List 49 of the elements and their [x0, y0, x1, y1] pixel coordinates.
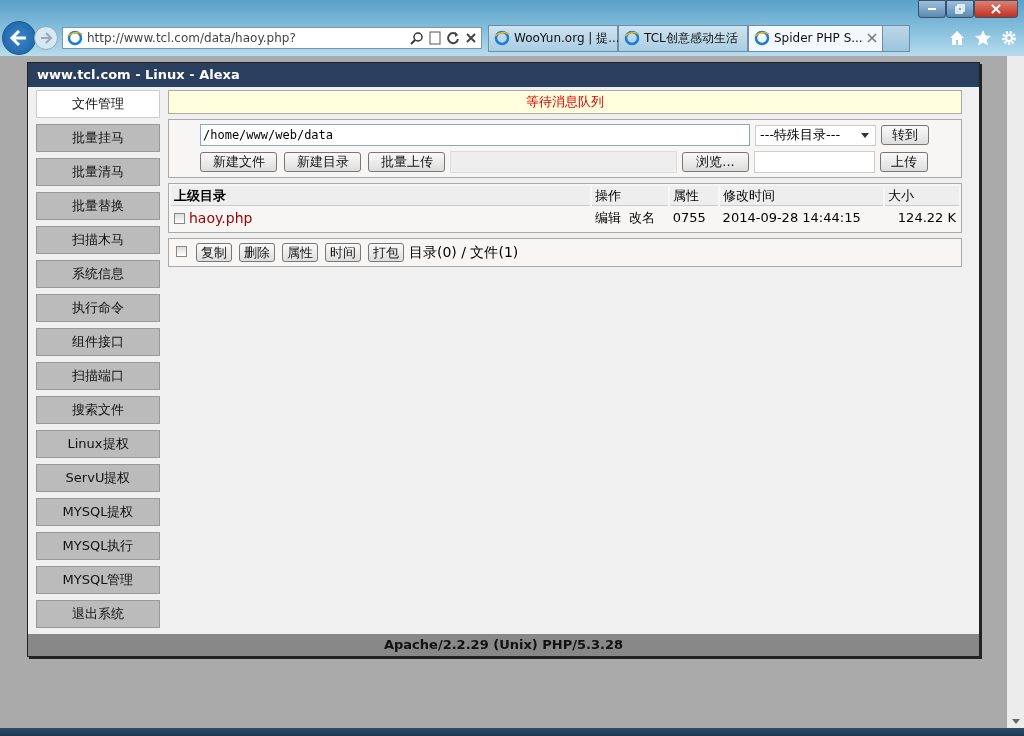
sidebar-item[interactable]: MYSQL提权	[36, 498, 160, 526]
column-header: 大小	[885, 186, 959, 206]
sidebar-item[interactable]: 文件管理	[36, 90, 160, 118]
upload-button[interactable]: 上传	[880, 152, 928, 172]
sidebar-item[interactable]: Linux提权	[36, 430, 160, 458]
browser-tab[interactable]: WooYun.org | 提...	[488, 24, 618, 52]
bulk-action-button[interactable]: 复制	[196, 243, 232, 262]
toolbar-button[interactable]: 批量上传	[368, 152, 445, 172]
toolbar-button[interactable]: 新建文件	[200, 152, 277, 172]
sidebar-item[interactable]: 搜索文件	[36, 396, 160, 424]
url-text: http://www.tcl.com/data/haoy.php?	[87, 31, 297, 45]
sidebar-item[interactable]: 扫描木马	[36, 226, 160, 254]
address-bar[interactable]: http://www.tcl.com/data/haoy.php?	[62, 27, 482, 49]
table-cell-text: 0755	[671, 209, 707, 227]
column-header: 上级目录	[171, 186, 590, 206]
sidebar-item[interactable]: 组件接口	[36, 328, 160, 356]
bulk-action-button[interactable]: 打包	[368, 243, 404, 262]
action-link[interactable]: 改名	[628, 208, 655, 228]
sidebar-item[interactable]: ServU提权	[36, 464, 160, 492]
sidebar-item[interactable]: 扫描端口	[36, 362, 160, 390]
column-header: 修改时间	[719, 186, 884, 206]
bulk-action-button[interactable]: 属性	[282, 243, 318, 262]
file-link[interactable]: haoy.php	[189, 208, 253, 228]
sidebar-item[interactable]: 批量替换	[36, 192, 160, 220]
table-cell-text: 2014-09-28 14:44:15	[721, 209, 862, 227]
bulk-action-button[interactable]: 删除	[239, 243, 275, 262]
sidebar-item[interactable]: MYSQL执行	[36, 532, 160, 560]
column-header: 操作	[591, 186, 668, 206]
table-cell-text: 124.22 K	[896, 209, 957, 227]
sidebar-item[interactable]: 退出系统	[36, 600, 160, 628]
browse-button[interactable]: 浏览...	[682, 152, 749, 172]
server-info-footer: Apache/2.2.29 (Unix) PHP/5.3.28	[28, 634, 979, 656]
item-count: 目录(0) / 文件(1)	[409, 243, 519, 262]
go-button[interactable]: 转到	[881, 125, 929, 145]
sidebar-item[interactable]: 批量挂马	[36, 124, 160, 152]
browser-tab[interactable]: TCL创意感动生活	[618, 24, 748, 52]
browser-tab[interactable]: Spider PHP S...	[748, 24, 883, 52]
status-message: 等待消息队列	[168, 90, 962, 114]
bulk-action-button[interactable]: 时间	[325, 243, 361, 262]
panel-header: www.tcl.com - Linux - Alexa	[28, 63, 979, 87]
column-header: 属性	[669, 186, 718, 206]
sidebar-item[interactable]: MYSQL管理	[36, 566, 160, 594]
action-link[interactable]: 编辑	[594, 208, 621, 228]
sidebar-item[interactable]: 批量清马	[36, 158, 160, 186]
sidebar-item[interactable]: 系统信息	[36, 260, 160, 288]
special-directory-dropdown[interactable]: ---特殊目录---	[755, 124, 876, 146]
path-field[interactable]: /home/www/web/data	[200, 124, 750, 146]
toolbar-button[interactable]: 新建目录	[284, 152, 361, 172]
sidebar-item[interactable]: 执行命令	[36, 294, 160, 322]
